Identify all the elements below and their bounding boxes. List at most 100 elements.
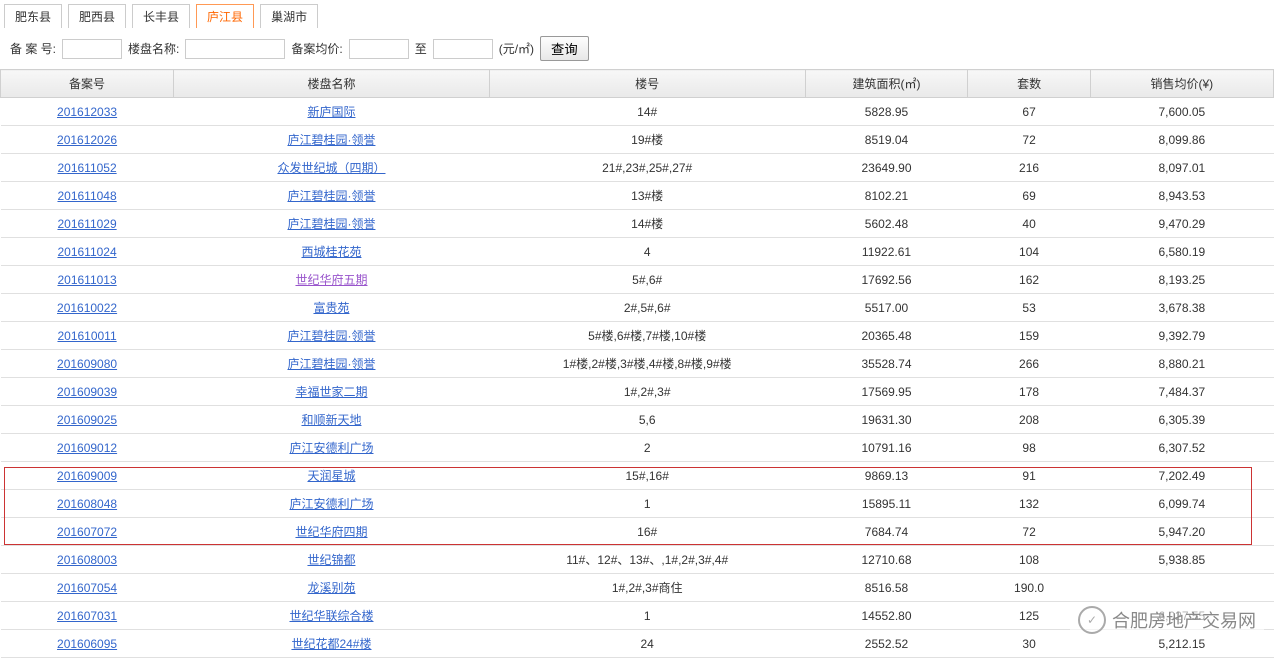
project-link[interactable]: 201611013: [57, 273, 116, 287]
table-cell: 159: [968, 322, 1090, 350]
table-cell: 6,580.19: [1090, 238, 1273, 266]
table-cell: 新庐国际: [174, 98, 490, 126]
table-cell: 8102.21: [805, 182, 968, 210]
project-link[interactable]: 西城桂花苑: [301, 245, 361, 259]
avg-price-label: 备案均价:: [291, 40, 342, 57]
table-cell: 1: [489, 602, 805, 630]
table-cell: 201611052: [1, 154, 174, 182]
project-link[interactable]: 201608048: [57, 497, 117, 511]
price-max-input[interactable]: [433, 39, 493, 59]
table-cell: 201608048: [1, 490, 174, 518]
project-link[interactable]: 201610022: [57, 301, 117, 315]
project-link[interactable]: 富贵苑: [313, 301, 349, 315]
project-link[interactable]: 201609012: [57, 441, 117, 455]
table-row: 201610011庐江碧桂园·领誉5#楼,6#楼,7#楼,10#楼20365.4…: [1, 322, 1274, 350]
project-link[interactable]: 201609080: [57, 357, 117, 371]
table-cell: 2#,5#,6#: [489, 294, 805, 322]
table-cell: 世纪锦都: [174, 546, 490, 574]
table-cell: 40: [968, 210, 1090, 238]
tab-2[interactable]: 长丰县: [132, 4, 190, 28]
query-button[interactable]: 查询: [540, 36, 589, 61]
project-link[interactable]: 天润星城: [307, 469, 355, 483]
table-cell: 庐江碧桂园·领誉: [174, 210, 490, 238]
table-row: 201607072世纪华府四期16#7684.74725,947.20: [1, 518, 1274, 546]
project-link[interactable]: 庐江碧桂园·领誉: [287, 329, 375, 343]
project-link[interactable]: 201607031: [57, 609, 117, 623]
table-cell: 庐江碧桂园·领誉: [174, 182, 490, 210]
table-cell: 1#,2#,3#商住: [489, 574, 805, 602]
project-link[interactable]: 和顺新天地: [301, 413, 361, 427]
table-row: 201608003世纪锦都11#、12#、13#、,1#,2#,3#,4#127…: [1, 546, 1274, 574]
table-cell: 201609009: [1, 462, 174, 490]
table-cell: 7,600.05: [1090, 98, 1273, 126]
col-header-3: 建筑面积(㎡): [805, 70, 968, 98]
table-cell: 2552.52: [805, 630, 968, 658]
price-min-input[interactable]: [349, 39, 409, 59]
project-link[interactable]: 庐江碧桂园·领誉: [287, 217, 375, 231]
project-link[interactable]: 201611024: [57, 245, 116, 259]
table-cell: 19631.30: [805, 406, 968, 434]
project-link[interactable]: 201612033: [57, 105, 117, 119]
project-link[interactable]: 201611048: [57, 189, 116, 203]
table-cell: 9869.13: [805, 462, 968, 490]
project-link[interactable]: 庐江碧桂园·领誉: [287, 189, 375, 203]
table-cell: 24: [489, 630, 805, 658]
table-cell: 龙溪别苑: [174, 574, 490, 602]
project-link[interactable]: 201612026: [57, 133, 117, 147]
table-cell: 8,099.86: [1090, 126, 1273, 154]
project-link[interactable]: 众发世纪城（四期）: [277, 161, 385, 175]
table-cell: 世纪华府四期: [174, 518, 490, 546]
table-cell: 16#: [489, 518, 805, 546]
table-cell: 201611048: [1, 182, 174, 210]
table-cell: 72: [968, 518, 1090, 546]
table-cell: 201609012: [1, 434, 174, 462]
tab-4[interactable]: 巢湖市: [260, 4, 318, 28]
table-cell: 72: [968, 126, 1090, 154]
project-link[interactable]: 世纪华府四期: [295, 525, 367, 539]
project-link[interactable]: 世纪花都24#楼: [291, 637, 371, 651]
project-link[interactable]: 世纪华府五期: [295, 273, 367, 287]
project-link[interactable]: 庐江安德利广场: [289, 441, 373, 455]
table-cell: 216: [968, 154, 1090, 182]
project-link[interactable]: 龙溪别苑: [307, 581, 355, 595]
project-link[interactable]: 庐江碧桂园·领誉: [287, 357, 375, 371]
project-link[interactable]: 201609039: [57, 385, 117, 399]
project-link[interactable]: 201609009: [57, 469, 117, 483]
tab-3[interactable]: 庐江县: [196, 4, 254, 28]
project-link[interactable]: 201611029: [57, 217, 116, 231]
table-cell: 天润星城: [174, 462, 490, 490]
project-name-input[interactable]: [185, 39, 285, 59]
table-cell: 7,202.49: [1090, 462, 1273, 490]
table-cell: 201609039: [1, 378, 174, 406]
record-no-input[interactable]: [62, 39, 122, 59]
project-link[interactable]: 庐江碧桂园·领誉: [287, 133, 375, 147]
wechat-text: 合肥房地产交易网: [1112, 607, 1256, 633]
project-link[interactable]: 新庐国际: [307, 105, 355, 119]
project-link[interactable]: 201606095: [57, 637, 117, 651]
project-link[interactable]: 201608003: [57, 553, 117, 567]
project-link[interactable]: 庐江安德利广场: [289, 497, 373, 511]
table-cell: 201607054: [1, 574, 174, 602]
col-header-5: 销售均价(¥): [1090, 70, 1273, 98]
project-link[interactable]: 世纪锦都: [307, 553, 355, 567]
project-link[interactable]: 幸福世家二期: [295, 385, 367, 399]
table-cell: 53: [968, 294, 1090, 322]
project-link[interactable]: 201607072: [57, 525, 117, 539]
tab-0[interactable]: 肥东县: [4, 4, 62, 28]
project-link[interactable]: 世纪华联综合楼: [289, 609, 373, 623]
table-cell: 201609080: [1, 350, 174, 378]
col-header-0: 备案号: [1, 70, 174, 98]
project-link[interactable]: 201611052: [57, 161, 116, 175]
table-cell: 14552.80: [805, 602, 968, 630]
project-link[interactable]: 201609025: [57, 413, 117, 427]
table-cell: 201611024: [1, 238, 174, 266]
table-cell: 7684.74: [805, 518, 968, 546]
tab-1[interactable]: 肥西县: [68, 4, 126, 28]
table-cell: 19#楼: [489, 126, 805, 154]
table-cell: 12710.68: [805, 546, 968, 574]
project-link[interactable]: 201610011: [57, 329, 116, 343]
project-name-label: 楼盘名称:: [128, 40, 179, 57]
table-cell: 132: [968, 490, 1090, 518]
table-row: 201609012庐江安德利广场210791.16986,307.52: [1, 434, 1274, 462]
project-link[interactable]: 201607054: [57, 581, 117, 595]
